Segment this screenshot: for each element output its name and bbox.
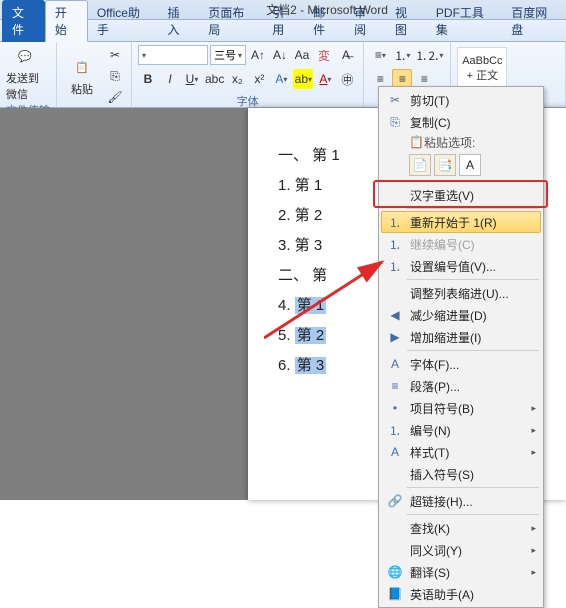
menu-hanzi[interactable]: 汉字重选(V) xyxy=(381,184,541,206)
strike-button[interactable]: abc xyxy=(204,69,225,89)
menu-numbering[interactable]: ⒈编号(N)▸ xyxy=(381,419,541,441)
cut-icon[interactable]: ✂ xyxy=(105,45,125,65)
style-normal[interactable]: AaBbCc + 正文 xyxy=(457,47,507,91)
wechat-icon: 💬 xyxy=(13,44,37,68)
enclose-char-icon[interactable]: ㊥ xyxy=(337,69,357,89)
separator xyxy=(407,350,539,351)
paste-icon: 📋 xyxy=(409,135,424,149)
inc-indent-icon: ▶ xyxy=(386,328,404,346)
selection: 第 1 xyxy=(295,297,327,314)
translate-icon: 🌐 xyxy=(386,563,404,581)
send-wechat-label: 发送到微信 xyxy=(6,70,44,102)
separator xyxy=(407,208,539,209)
menu-paragraph[interactable]: ≡段落(P)... xyxy=(381,375,541,397)
clear-format-icon[interactable]: A̶ xyxy=(336,45,356,65)
font-name-select[interactable]: ▾ xyxy=(138,45,208,65)
tab-baidu[interactable]: 百度网盘 xyxy=(502,1,566,41)
menu-find[interactable]: 查找(K)▸ xyxy=(381,517,541,539)
paste-keep-source-icon[interactable]: 📄 xyxy=(409,154,431,176)
menu-restart-at-1[interactable]: ⒈重新开始于 1(R) xyxy=(381,211,541,233)
menu-synonyms[interactable]: 同义词(Y)▸ xyxy=(381,539,541,561)
assist-icon: 📘 xyxy=(386,585,404,603)
ribbon-tabs: 文件 开始 Office助手 插入 页面布局 引用 邮件 审阅 视图 PDF工具… xyxy=(0,20,566,42)
paragraph-icon: ≡ xyxy=(386,377,404,395)
context-menu: ✂剪切(T) ⎘复制(C) 📋粘贴选项: 📄 📑 A 汉字重选(V) ⒈重新开始… xyxy=(378,86,544,608)
copy-icon[interactable]: ⎘ xyxy=(105,66,125,86)
link-icon: 🔗 xyxy=(386,492,404,510)
separator xyxy=(407,514,539,515)
group-font-label: 字体 xyxy=(138,93,357,107)
italic-button[interactable]: I xyxy=(160,69,180,89)
cut-icon: ✂ xyxy=(386,91,404,109)
separator xyxy=(407,487,539,488)
tab-view[interactable]: 视图 xyxy=(386,1,427,41)
bullets-icon[interactable]: ≡▾ xyxy=(370,45,390,65)
subscript-button[interactable]: x₂ xyxy=(227,69,247,89)
style-sample: AaBbCc xyxy=(462,55,502,67)
paste-label: 粘贴 xyxy=(71,81,93,97)
bullets-icon: • xyxy=(386,399,404,417)
continue-icon: ⒈ xyxy=(386,235,404,253)
separator xyxy=(407,181,539,182)
styles-icon: A xyxy=(386,443,404,461)
menu-continue-numbering: ⒈继续编号(C) xyxy=(381,233,541,255)
highlight-icon[interactable]: ab▾ xyxy=(293,69,313,89)
underline-button[interactable]: U▾ xyxy=(182,69,202,89)
menu-increase-indent[interactable]: ▶增加缩进量(I) xyxy=(381,326,541,348)
style-name: + 正文 xyxy=(467,67,498,83)
paste-button[interactable]: 📋 粘贴 xyxy=(63,55,101,97)
menu-paste-header: 📋粘贴选项: xyxy=(381,133,541,151)
tab-file[interactable]: 文件 xyxy=(2,0,45,42)
change-case-icon[interactable]: Aa xyxy=(292,45,312,65)
menu-english-assist[interactable]: 📘英语助手(A) xyxy=(381,583,541,605)
superscript-button[interactable]: x² xyxy=(249,69,269,89)
shrink-font-icon[interactable]: A↓ xyxy=(270,45,290,65)
font-color-icon[interactable]: A▾ xyxy=(315,69,335,89)
menu-bullets[interactable]: •项目符号(B)▸ xyxy=(381,397,541,419)
tab-home[interactable]: 开始 xyxy=(45,0,88,42)
font-size-select[interactable]: 三号▾ xyxy=(210,45,246,65)
format-painter-icon[interactable]: 🖌 xyxy=(105,87,125,107)
paste-merge-icon[interactable]: 📑 xyxy=(434,154,456,176)
tab-insert[interactable]: 插入 xyxy=(158,1,199,41)
paste-text-only-icon[interactable]: A xyxy=(459,154,481,176)
numbering-icon[interactable]: ⒈▾ xyxy=(392,45,412,65)
setval-icon: ⒈ xyxy=(386,257,404,275)
selection: 第 3 xyxy=(295,357,327,374)
bold-button[interactable]: B xyxy=(138,69,158,89)
selection: 第 2 xyxy=(295,327,327,344)
menu-set-number-value[interactable]: ⒈设置编号值(V)... xyxy=(381,255,541,277)
send-wechat-button[interactable]: 💬 发送到微信 xyxy=(6,44,44,102)
group-filetransfer: 💬 发送到微信 文件传输 xyxy=(0,42,57,107)
text-effects-icon[interactable]: A▾ xyxy=(271,69,291,89)
copy-icon: ⎘ xyxy=(386,113,404,131)
menu-copy[interactable]: ⎘复制(C) xyxy=(381,111,541,133)
tab-references[interactable]: 引用 xyxy=(263,1,304,41)
grow-font-icon[interactable]: A↑ xyxy=(248,45,268,65)
menu-styles[interactable]: A样式(T)▸ xyxy=(381,441,541,463)
menu-insert-symbol[interactable]: 插入符号(S) xyxy=(381,463,541,485)
group-clipboard: 📋 粘贴 ✂ ⎘ 🖌 剪贴板 xyxy=(57,42,132,107)
phonetic-icon[interactable]: 変 xyxy=(314,45,334,65)
menu-font[interactable]: A字体(F)... xyxy=(381,353,541,375)
menu-adjust-indent[interactable]: 调整列表缩进(U)... xyxy=(381,282,541,304)
tab-pdf[interactable]: PDF工具集 xyxy=(427,1,502,41)
numbering-icon: ⒈ xyxy=(386,421,404,439)
tab-mailings[interactable]: 邮件 xyxy=(304,1,345,41)
multilevel-icon[interactable]: ⒈⒉▾ xyxy=(414,45,444,65)
restart-icon: ⒈ xyxy=(386,213,404,231)
menu-translate[interactable]: 🌐翻译(S)▸ xyxy=(381,561,541,583)
menu-hyperlink[interactable]: 🔗超链接(H)... xyxy=(381,490,541,512)
menu-paste-options: 📄 📑 A xyxy=(381,151,541,179)
font-icon: A xyxy=(386,355,404,373)
tab-layout[interactable]: 页面布局 xyxy=(199,1,263,41)
separator xyxy=(407,279,539,280)
dec-indent-icon: ◀ xyxy=(386,306,404,324)
menu-cut[interactable]: ✂剪切(T) xyxy=(381,89,541,111)
paste-icon: 📋 xyxy=(70,55,94,79)
tab-review[interactable]: 审阅 xyxy=(345,1,386,41)
group-font: ▾ 三号▾ A↑ A↓ Aa 変 A̶ B I U▾ abc x₂ x² A▾ … xyxy=(132,42,364,107)
tab-officeassist[interactable]: Office助手 xyxy=(88,1,159,41)
menu-decrease-indent[interactable]: ◀减少缩进量(D) xyxy=(381,304,541,326)
